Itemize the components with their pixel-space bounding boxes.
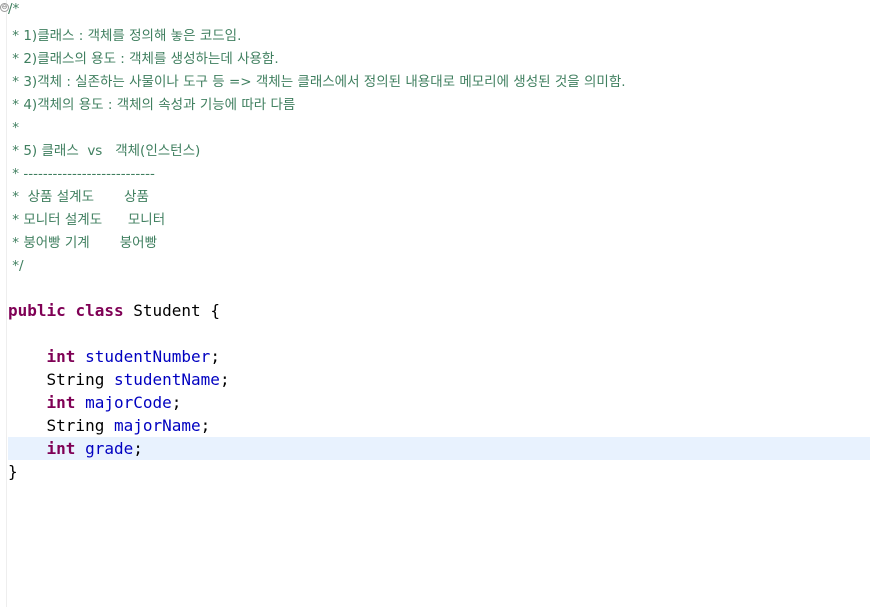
class-name: Student — [133, 301, 201, 320]
comment-line: * 모니터 설계도 모니터 — [8, 212, 166, 228]
comment-line: */ — [8, 258, 24, 274]
field-type: int — [46, 439, 76, 458]
class-declaration-line: public class Student { — [8, 299, 870, 322]
field-name: majorCode — [85, 393, 172, 412]
field-type: int — [46, 347, 76, 366]
field-line: String studentName; — [46, 370, 230, 389]
class-close-line: } — [8, 460, 870, 483]
comment-line: /* — [8, 1, 20, 17]
field-name: majorName — [113, 416, 201, 435]
keyword-class: class — [75, 301, 124, 320]
comment-line: * 1)클래스 : 객체를 정의해 놓은 코드임. — [8, 28, 242, 44]
comment-line: * 4)객체의 용도 : 객체의 속성과 기능에 따라 다름 — [8, 97, 296, 113]
keyword-public: public — [8, 301, 66, 320]
editor-gutter — [0, 0, 7, 607]
comment-line: * 5) 클래스 vs 객체(인스턴스) — [8, 143, 201, 159]
comment-line: * 2)클래스의 용도 : 객체를 생성하는데 사용함. — [8, 51, 279, 67]
field-line: int majorCode; — [46, 393, 182, 412]
comment-line: * 3)객체 : 실존하는 사물이나 도구 등 => 객체는 클래스에서 정의된… — [8, 74, 626, 90]
field-type: String — [46, 370, 105, 389]
comment-line: * --------------------------- — [8, 166, 155, 182]
open-brace: { — [210, 301, 220, 320]
comment-line: * 붕어빵 기계 붕어빵 — [8, 235, 158, 251]
comment-line: * 상품 설계도 상품 — [8, 189, 149, 205]
field-name: studentNumber — [85, 347, 211, 366]
field-name: grade — [85, 439, 134, 458]
comment-line: * — [8, 120, 20, 136]
field-name: studentName — [113, 370, 220, 389]
code-editor[interactable]: /* * 1)클래스 : 객체를 정의해 놓은 코드임. * 2)클래스의 용도… — [8, 0, 870, 607]
close-brace: } — [8, 462, 18, 481]
current-line-highlight[interactable]: int grade; — [8, 437, 870, 460]
field-type: int — [46, 393, 76, 412]
field-line: String majorName; — [46, 416, 211, 435]
field-type: String — [46, 416, 105, 435]
field-line: int studentNumber; — [46, 347, 220, 366]
